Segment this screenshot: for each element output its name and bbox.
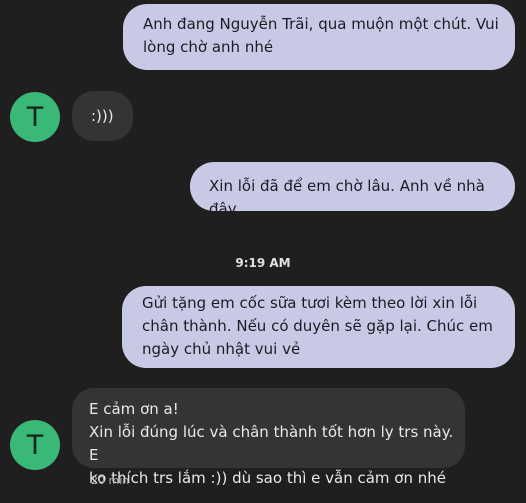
incoming-message-bubble[interactable]: :))) bbox=[72, 91, 133, 141]
outgoing-message-bubble[interactable]: Xin lỗi đã để em chờ lâu. Anh về nhà đây bbox=[190, 162, 515, 218]
incoming-message-bubble[interactable]: E cảm ơn a! Xin lỗi đúng lúc và chân thà… bbox=[72, 388, 465, 487]
message-timestamp: 9:19 AM bbox=[235, 256, 291, 270]
sender-avatar[interactable]: T bbox=[10, 420, 60, 470]
message-time-label: 20 min bbox=[91, 474, 130, 487]
outgoing-message-bubble[interactable]: Gửi tặng em cốc sữa tươi kèm theo lời xi… bbox=[122, 286, 515, 368]
sender-avatar[interactable]: T bbox=[10, 92, 60, 142]
outgoing-message-bubble[interactable]: Anh đang Nguyễn Trãi, qua muộn một chút.… bbox=[123, 4, 515, 70]
